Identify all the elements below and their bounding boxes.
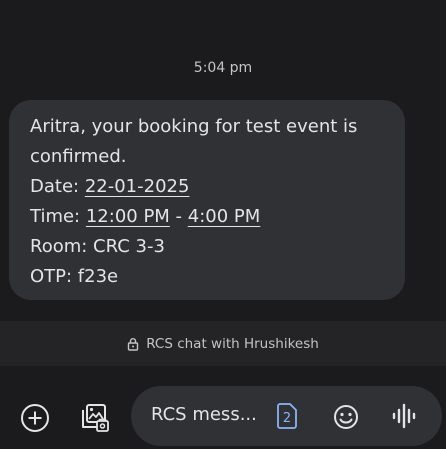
message-input[interactable]: RCS mess... — [151, 404, 266, 425]
time-start-link[interactable]: 12:00 PM — [86, 206, 170, 227]
composer-area: RCS mess... 2 — [0, 366, 446, 449]
lock-icon — [127, 337, 139, 351]
date-label: Date: — [30, 176, 85, 197]
gallery-icon[interactable] — [76, 400, 112, 436]
sim-number: 2 — [283, 411, 291, 426]
compose-field[interactable]: RCS mess... 2 — [131, 386, 442, 446]
rcs-banner-text: RCS chat with Hrushikesh — [146, 335, 319, 352]
time-separator: - — [169, 206, 188, 227]
message-line-2: confirmed. — [30, 146, 127, 167]
message-room-line: Room: CRC 3-3 — [30, 236, 165, 257]
time-end-link[interactable]: 4:00 PM — [188, 206, 261, 227]
message-time-line: Time: 12:00 PM - 4:00 PM — [30, 202, 391, 232]
date-link[interactable]: 22-01-2025 — [85, 176, 190, 197]
emoji-icon[interactable] — [332, 403, 360, 435]
message-line-1: Aritra, your booking for test event is — [30, 116, 358, 137]
time-label: Time: — [30, 206, 86, 227]
add-icon[interactable] — [17, 400, 53, 436]
message-date-line: Date: 22-01-2025 — [30, 172, 391, 202]
message-bubble[interactable]: Aritra, your booking for test event is c… — [9, 100, 405, 300]
voice-icon[interactable] — [391, 402, 417, 434]
rcs-banner: RCS chat with Hrushikesh — [0, 321, 446, 366]
message-otp-line: OTP: f23e — [30, 266, 119, 287]
sim-icon[interactable]: 2 — [276, 402, 298, 434]
timestamp: 5:04 pm — [193, 60, 253, 76]
